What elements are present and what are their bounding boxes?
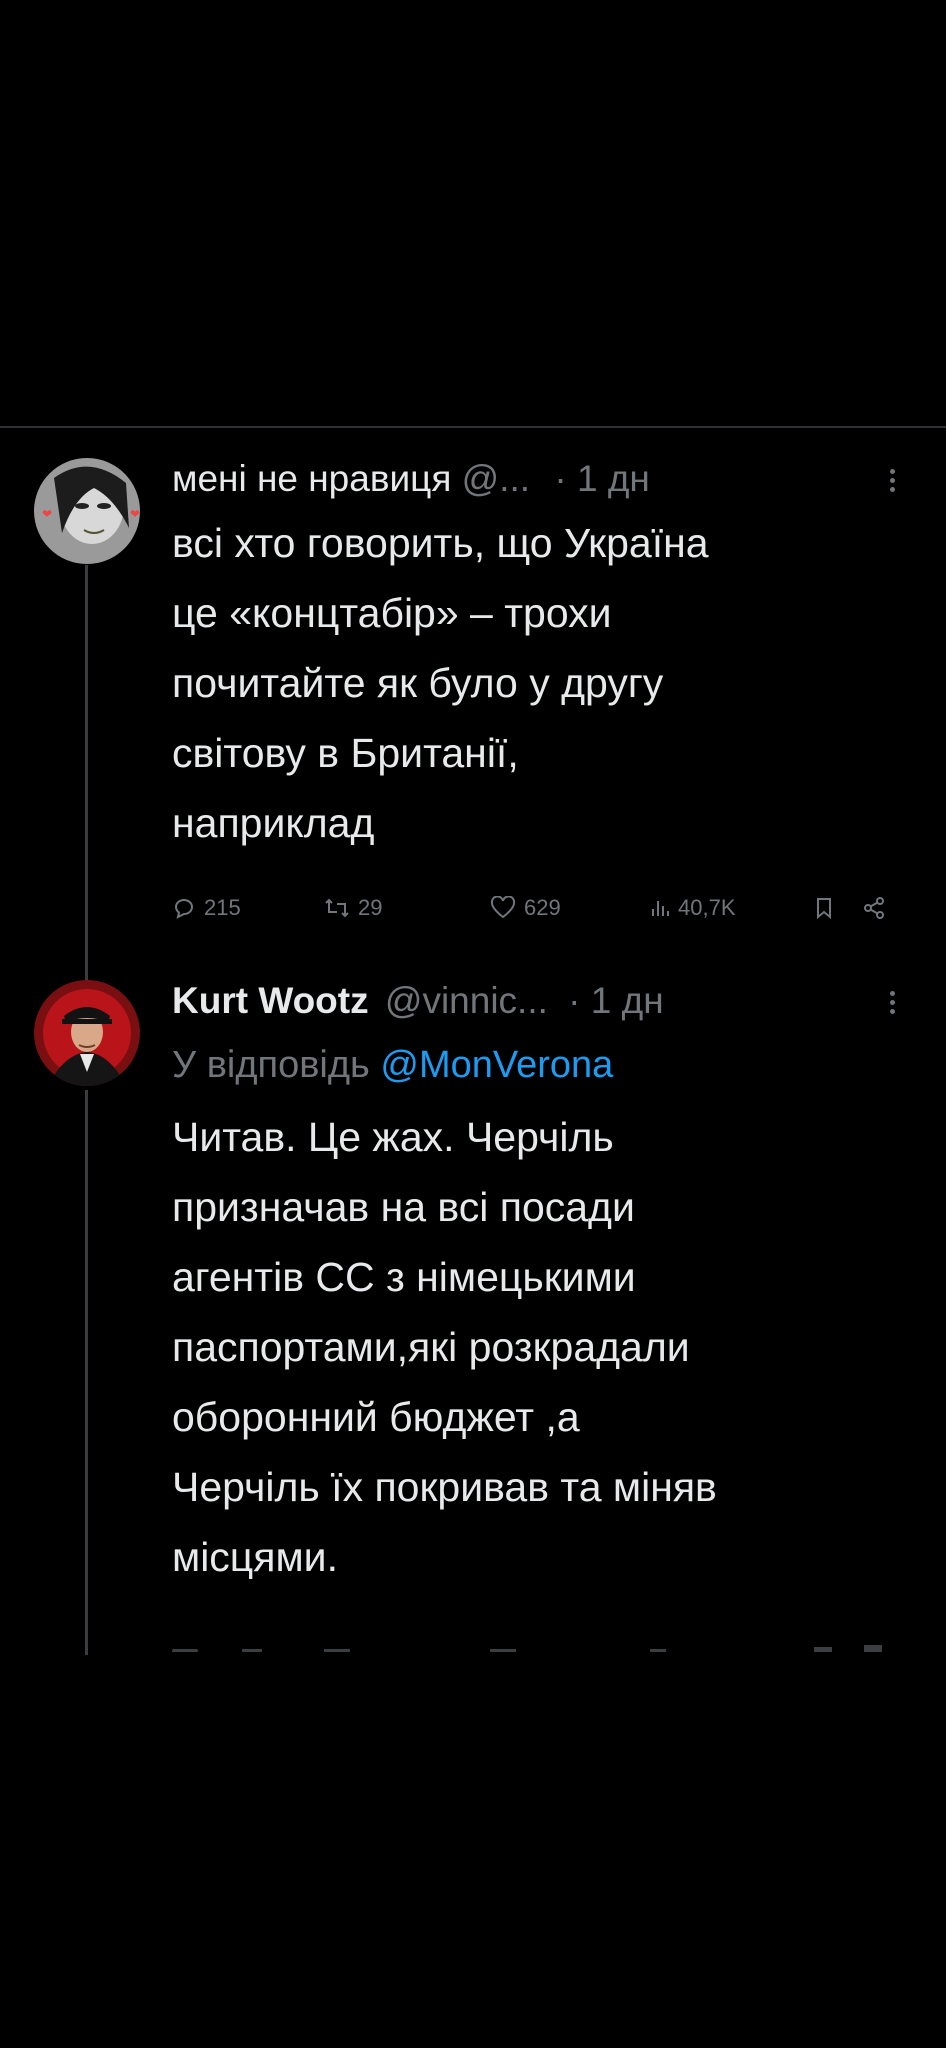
tweet-header: мені не нравиця @... · 1 дн [172, 452, 902, 506]
svg-text:❤: ❤ [42, 507, 52, 521]
timestamp[interactable]: · 1 дн [568, 980, 663, 1021]
tweet-text-line: місцями. [172, 1534, 338, 1580]
timestamp[interactable]: · 1 дн [554, 458, 649, 499]
tweet-text-line: Читав. Це жах. Черчіль [172, 1114, 614, 1160]
thread-connector [85, 1090, 88, 1655]
tweet-text-line: наприклад [172, 800, 375, 846]
like-button[interactable]: 629 [490, 888, 561, 928]
tweet-text-line: призначав на всі посади [172, 1184, 635, 1230]
tweet-text-line: агентів СС з німецькими [172, 1254, 636, 1300]
tweet-text-line: світову в Британії, [172, 730, 519, 776]
views-count: 40,7K [678, 895, 736, 920]
tweet-text-line: паспортами,які розкрадали [172, 1324, 690, 1370]
more-dots-icon[interactable] [882, 452, 902, 506]
tweet[interactable]: мені не нравиця @... · 1 дн всі хто гово… [172, 452, 902, 858]
repost-button[interactable]: 29 [324, 888, 382, 928]
like-count: 629 [524, 895, 561, 920]
share-icon [864, 897, 884, 919]
top-divider [0, 426, 946, 428]
thread-connector [85, 565, 88, 982]
share-button[interactable] [862, 888, 886, 928]
bookmark-icon [817, 898, 831, 920]
repost-icon [325, 898, 349, 918]
tweet-actions: 215 29 629 40,7K [172, 888, 902, 928]
reply-mention-link[interactable]: @MonVerona [380, 1044, 613, 1086]
tweet-text-line: це «концтабір» – трохи [172, 590, 612, 636]
tweet-actions-cutoff [172, 1640, 902, 1652]
avatar[interactable]: ❤ ❤ [34, 458, 140, 564]
tweet-text: всі хто говорить, що Україна це «концтаб… [172, 508, 902, 858]
tweet-text-line: почитайте як було у другу [172, 660, 664, 706]
reply-context: У відповідь @MonVerona [172, 1030, 902, 1100]
user-handle[interactable]: @... [462, 458, 530, 499]
tweet-header: Kurt Wootz @vinnic... · 1 дн [172, 974, 902, 1028]
display-name[interactable]: мені не нравиця [172, 458, 451, 499]
reply-prefix: У відповідь [172, 1044, 370, 1086]
views-icon [652, 901, 669, 916]
reply-count: 215 [204, 895, 241, 920]
heart-icon [490, 896, 516, 919]
tweet-text-line: всі хто говорить, що Україна [172, 520, 709, 566]
display-name[interactable]: Kurt Wootz [172, 980, 369, 1021]
reply-icon [174, 899, 193, 919]
more-dots-icon[interactable] [882, 974, 902, 1028]
svg-text:❤: ❤ [130, 507, 140, 521]
views-button[interactable]: 40,7K [650, 888, 736, 928]
bookmark-button[interactable] [814, 888, 834, 928]
tweet-text-line: Черчіль їх покривав та міняв [172, 1464, 717, 1510]
avatar[interactable] [34, 980, 140, 1086]
tweet[interactable]: Kurt Wootz @vinnic... · 1 дн У відповідь… [172, 974, 902, 1592]
repost-count: 29 [358, 895, 383, 920]
user-handle[interactable]: @vinnic... [385, 980, 548, 1021]
reply-button[interactable]: 215 [172, 888, 241, 928]
tweet-text: Читав. Це жах. Черчіль призначав на всі … [172, 1102, 902, 1592]
tweet-text-line: оборонний бюджет ,а [172, 1394, 580, 1440]
